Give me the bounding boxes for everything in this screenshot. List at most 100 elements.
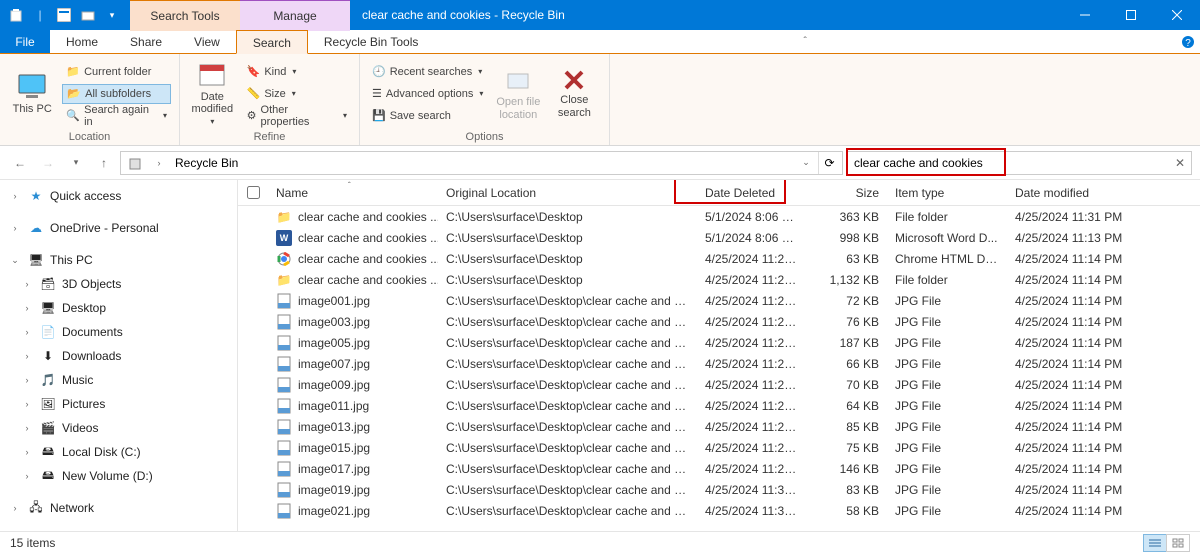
select-all-checkbox[interactable] [247, 186, 260, 199]
open-file-location-button[interactable]: Open file location [493, 58, 543, 129]
date-modified-button[interactable]: Date modified ▾ [188, 58, 237, 129]
cell-date-deleted: 5/1/2024 8:06 PM [697, 210, 807, 224]
properties-icon[interactable] [53, 4, 75, 26]
tab-view[interactable]: View [178, 30, 236, 53]
help-icon[interactable]: ? [1176, 30, 1200, 53]
nav-network[interactable]: ›🖧Network [0, 496, 237, 520]
column-headers: ˆ Name Original Location Date Deleted Si… [238, 180, 1200, 206]
back-button[interactable]: ← [8, 151, 32, 175]
column-date-modified[interactable]: Date modified [1007, 186, 1147, 200]
column-original-location[interactable]: Original Location [438, 186, 697, 200]
table-row[interactable]: image003.jpg C:\Users\surface\Desktop\cl… [238, 311, 1200, 332]
recent-locations-button[interactable]: ▾ [64, 151, 88, 175]
nav-quick-access[interactable]: ›★Quick access [0, 184, 237, 208]
table-row[interactable]: Wclear cache and cookies ... C:\Users\su… [238, 227, 1200, 248]
view-large-icons-button[interactable] [1166, 534, 1190, 552]
cell-size: 64 KB [807, 399, 887, 413]
table-row[interactable]: image011.jpg C:\Users\surface\Desktop\cl… [238, 395, 1200, 416]
cell-original-location: C:\Users\surface\Desktop [438, 210, 697, 224]
advanced-options-button[interactable]: ☰Advanced options▾ [368, 84, 487, 104]
table-row[interactable]: image009.jpg C:\Users\surface\Desktop\cl… [238, 374, 1200, 395]
column-size[interactable]: Size [807, 186, 887, 200]
nav-item-documents[interactable]: ›📄Documents [0, 320, 237, 344]
table-row[interactable]: 📁clear cache and cookies ... C:\Users\su… [238, 206, 1200, 227]
cell-date-modified: 4/25/2024 11:14 PM [1007, 399, 1147, 413]
tab-home[interactable]: Home [50, 30, 114, 53]
nav-onedrive[interactable]: ›☁OneDrive - Personal [0, 216, 237, 240]
column-name[interactable]: Name [268, 186, 438, 200]
nav-item-music[interactable]: ›🎵Music [0, 368, 237, 392]
table-row[interactable]: image005.jpg C:\Users\surface\Desktop\cl… [238, 332, 1200, 353]
contextual-tab-search-tools[interactable]: Search Tools [130, 0, 240, 31]
cell-original-location: C:\Users\surface\Desktop\clear cache and… [438, 483, 697, 497]
tab-share[interactable]: Share [114, 30, 178, 53]
ribbon-tabs: File Home Share View Search Recycle Bin … [0, 30, 1200, 54]
new-folder-icon[interactable] [77, 4, 99, 26]
size-button[interactable]: 📏Size▾ [243, 84, 351, 104]
address-bar[interactable]: › Recycle Bin ⌄ ⟳ [120, 151, 843, 175]
breadcrumb-recycle-bin[interactable]: Recycle Bin [171, 156, 242, 170]
table-row[interactable]: image017.jpg C:\Users\surface\Desktop\cl… [238, 458, 1200, 479]
clear-search-icon[interactable]: ✕ [1169, 156, 1191, 170]
tab-recycle-bin-tools[interactable]: Recycle Bin Tools [308, 30, 435, 53]
table-row[interactable]: 📁clear cache and cookies ... C:\Users\su… [238, 269, 1200, 290]
cell-original-location: C:\Users\surface\Desktop\clear cache and… [438, 336, 697, 350]
nav-this-pc[interactable]: ⌄🖥This PC [0, 248, 237, 272]
up-button[interactable]: ↑ [92, 151, 116, 175]
file-name: image013.jpg [298, 420, 370, 434]
breadcrumb-chevron-icon[interactable]: › [151, 158, 167, 168]
table-row[interactable]: image021.jpg C:\Users\surface\Desktop\cl… [238, 500, 1200, 521]
nav-item-downloads[interactable]: ›⬇Downloads [0, 344, 237, 368]
table-row[interactable]: image015.jpg C:\Users\surface\Desktop\cl… [238, 437, 1200, 458]
minimize-button[interactable] [1062, 0, 1108, 30]
all-subfolders-button[interactable]: 📂All subfolders [62, 84, 171, 104]
file-tab[interactable]: File [0, 30, 50, 53]
maximize-button[interactable] [1108, 0, 1154, 30]
ribbon-collapse-icon[interactable]: ˆ [793, 30, 817, 53]
ribbon: This PC 📁Current folder 📂All subfolders … [0, 54, 1200, 146]
other-properties-button[interactable]: ⚙Other properties▾ [243, 106, 351, 126]
forward-button[interactable]: → [36, 151, 60, 175]
cell-item-type: JPG File [887, 441, 1007, 455]
nav-item-pictures[interactable]: ›🖼Pictures [0, 392, 237, 416]
table-row[interactable]: image001.jpg C:\Users\surface\Desktop\cl… [238, 290, 1200, 311]
search-icon: 🔍 [66, 109, 80, 122]
recycle-bin-icon[interactable] [5, 4, 27, 26]
save-icon: 💾 [372, 109, 386, 122]
nav-item-desktop[interactable]: ›🖥Desktop [0, 296, 237, 320]
nav-item-3d-objects[interactable]: ›🗃3D Objects [0, 272, 237, 296]
column-item-type[interactable]: Item type [887, 186, 1007, 200]
refresh-button[interactable]: ⟳ [818, 152, 840, 174]
tab-search[interactable]: Search [236, 30, 308, 54]
view-details-button[interactable] [1143, 534, 1167, 552]
close-search-button[interactable]: Close search [549, 58, 599, 129]
cell-original-location: C:\Users\surface\Desktop\clear cache and… [438, 357, 697, 371]
recycle-bin-breadcrumb-icon[interactable] [123, 155, 147, 171]
search-again-in-button[interactable]: 🔍Search again in▾ [62, 106, 171, 126]
nav-item-new-volume-d-[interactable]: ›🖴New Volume (D:) [0, 464, 237, 488]
table-row[interactable]: image013.jpg C:\Users\surface\Desktop\cl… [238, 416, 1200, 437]
table-row[interactable]: clear cache and cookies ... C:\Users\sur… [238, 248, 1200, 269]
this-pc-button[interactable]: This PC [8, 58, 56, 129]
size-icon: 📏 [247, 87, 261, 100]
svg-text:?: ? [1185, 38, 1191, 49]
qat-dropdown-icon[interactable]: ▾ [101, 4, 123, 26]
cell-date-deleted: 4/25/2024 11:28 ... [697, 273, 807, 287]
nav-item-videos[interactable]: ›🎬Videos [0, 416, 237, 440]
cell-date-modified: 4/25/2024 11:14 PM [1007, 483, 1147, 497]
current-folder-button[interactable]: 📁Current folder [62, 62, 171, 82]
kind-button[interactable]: 🔖Kind▾ [243, 62, 351, 82]
cloud-icon: ☁ [28, 221, 44, 235]
search-input[interactable] [848, 156, 1169, 170]
column-date-deleted[interactable]: Date Deleted [697, 186, 807, 200]
save-search-button[interactable]: 💾Save search [368, 106, 487, 126]
nav-item-local-disk-c-[interactable]: ›🖴Local Disk (C:) [0, 440, 237, 464]
table-row[interactable]: image019.jpg C:\Users\surface\Desktop\cl… [238, 479, 1200, 500]
table-row[interactable]: image007.jpg C:\Users\surface\Desktop\cl… [238, 353, 1200, 374]
contextual-tab-manage[interactable]: Manage [240, 0, 350, 31]
recent-searches-button[interactable]: 🕘Recent searches▾ [368, 62, 487, 82]
close-button[interactable] [1154, 0, 1200, 30]
address-dropdown-icon[interactable]: ⌄ [798, 157, 814, 168]
navigation-pane: ›★Quick access ›☁OneDrive - Personal ⌄🖥T… [0, 180, 238, 531]
search-box[interactable]: ✕ [847, 151, 1192, 175]
